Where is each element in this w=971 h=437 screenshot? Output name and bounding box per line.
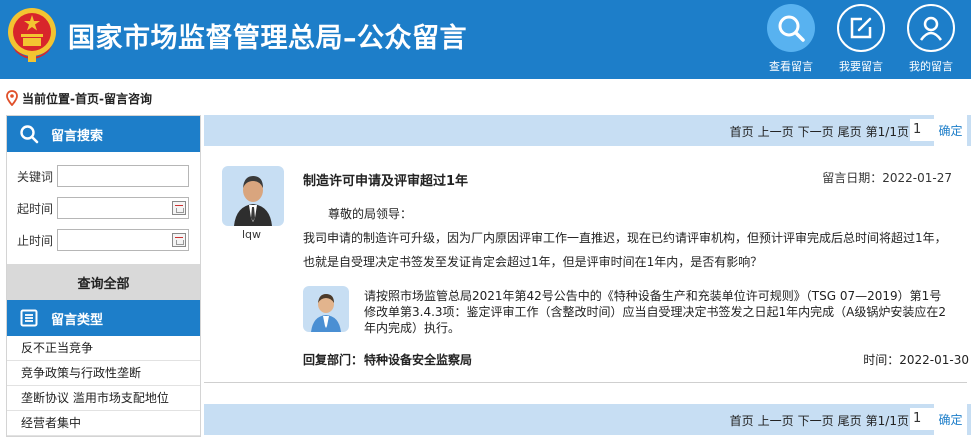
breadcrumb: 当前位置-首页-留言咨询 (6, 89, 152, 107)
query-all-button[interactable]: 查询全部 (7, 264, 200, 300)
reply-time-value: 2022-01-30 (899, 353, 969, 367)
nav-view-messages[interactable]: 查看留言 (761, 4, 821, 78)
user-name: lqw (242, 228, 262, 241)
page-number-input[interactable]: 1 (910, 119, 934, 141)
start-date-input[interactable] (57, 197, 189, 219)
message-body: 我司申请的制造许可升级，因为厂内原因评审工作一直推迟，现在已约请评审机构，但预计… (303, 231, 947, 269)
nav-label: 我要留言 (839, 60, 883, 73)
sidebar: 留言搜索 关键词 起时间 止时间 查询全部 留言类型 反不正当竞争 竞争政策与行… (6, 115, 201, 437)
nav-label: 我的留言 (909, 60, 953, 73)
start-date-label: 起时间 (16, 201, 53, 216)
search-icon (20, 125, 39, 144)
reply-dept: 特种设备安全监察局 (364, 353, 473, 367)
calendar-icon[interactable] (172, 233, 186, 247)
reply-time: 时间：2022-01-30 (863, 351, 969, 368)
pager-first-link[interactable]: 首页 (730, 125, 754, 139)
site-title: 国家市场监督管理总局–公众留言 (68, 23, 467, 54)
end-date-row: 止时间 (7, 224, 200, 256)
type-item[interactable]: 竞争政策与行政性垄断 (7, 361, 200, 386)
pager-next-link[interactable]: 下一页 (798, 414, 834, 428)
nav-post-message[interactable]: 我要留言 (831, 4, 891, 78)
businessman-icon (234, 176, 272, 226)
pager-prev-link[interactable]: 上一页 (758, 414, 794, 428)
pager-links: 首页 上一页 下一页 尾页 第1/1页 (726, 412, 909, 429)
nav-label: 查看留言 (769, 60, 813, 73)
keyword-label: 关键词 (16, 169, 53, 184)
national-emblem-icon (8, 8, 56, 62)
pager-next-link[interactable]: 下一页 (798, 125, 834, 139)
type-item[interactable]: 经营者集中 (7, 411, 200, 436)
staff-icon (311, 294, 341, 332)
type-item[interactable]: 垄断协议 滥用市场支配地位 (7, 386, 200, 411)
pager-page-info: 第1/1页 (865, 125, 909, 139)
pager-page-info: 第1/1页 (865, 414, 909, 428)
pager-bottom: 首页 上一页 下一页 尾页 第1/1页 1 确定 (204, 404, 971, 435)
pager-last-link[interactable]: 尾页 (838, 414, 862, 428)
end-date-input[interactable] (57, 229, 189, 251)
calendar-icon[interactable] (172, 201, 186, 215)
user-icon (919, 16, 943, 41)
pager-prev-link[interactable]: 上一页 (758, 125, 794, 139)
reply-time-label: 时间： (863, 353, 900, 367)
message-title: 制造许可申请及评审超过1年 (303, 174, 469, 189)
message-date: 留言日期：2022-01-27 (822, 169, 952, 186)
reply-text: 请按照市场监管总局2021年第42号公告中的《特种设备生产和充装单位许可规则》（… (364, 289, 947, 335)
reply-dept-label: 回复部门： (303, 353, 364, 367)
type-panel-header: 留言类型 (7, 300, 200, 336)
list-icon (20, 309, 38, 327)
site-header: 国家市场监督管理总局–公众留言 查看留言 我要留言 我的留言 (0, 0, 971, 79)
message-date-value: 2022-01-27 (882, 171, 952, 185)
type-item[interactable]: 反不正当竞争 (7, 336, 200, 361)
pager-last-link[interactable]: 尾页 (838, 125, 862, 139)
message-date-label: 留言日期： (822, 171, 883, 185)
pager-confirm-button[interactable]: 确定 (934, 115, 967, 146)
user-avatar (222, 166, 284, 226)
keyword-input[interactable] (57, 165, 189, 187)
message-item: lqw 制造许可申请及评审超过1年 留言日期：2022-01-27 尊敬的局领导… (204, 148, 971, 384)
type-panel-title: 留言类型 (51, 312, 104, 328)
edit-icon (850, 17, 872, 39)
end-date-label: 止时间 (16, 233, 53, 248)
pager-first-link[interactable]: 首页 (730, 414, 754, 428)
start-date-row: 起时间 (7, 192, 200, 224)
pager-top: 首页 上一页 下一页 尾页 第1/1页 1 确定 (204, 115, 971, 146)
pager-confirm-button[interactable]: 确定 (934, 404, 967, 435)
breadcrumb-text: 当前位置-首页-留言咨询 (22, 91, 152, 106)
nav-my-messages[interactable]: 我的留言 (901, 4, 961, 78)
staff-avatar (303, 286, 349, 332)
keyword-row: 关键词 (7, 160, 200, 192)
search-panel-title: 留言搜索 (51, 128, 104, 144)
divider (204, 382, 967, 383)
search-icon (778, 15, 805, 42)
location-pin-icon (6, 90, 18, 106)
page-number-input[interactable]: 1 (910, 408, 934, 430)
message-greeting: 尊敬的局领导： (328, 207, 413, 221)
pager-links: 首页 上一页 下一页 尾页 第1/1页 (726, 123, 909, 140)
search-panel-header: 留言搜索 (7, 116, 200, 152)
